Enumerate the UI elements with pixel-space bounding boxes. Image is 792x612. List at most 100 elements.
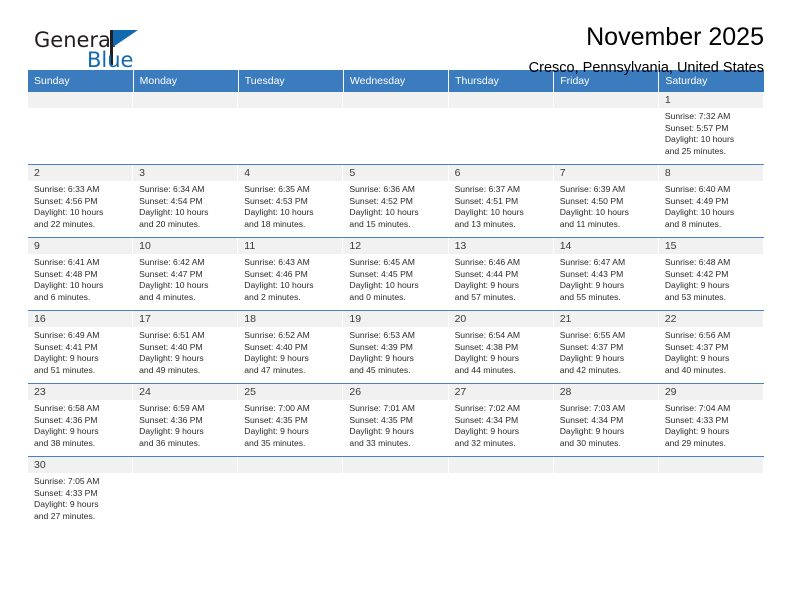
daylight-duration-line1: Daylight: 10 hours (664, 207, 735, 218)
daylight-duration-line1: Daylight: 9 hours (664, 280, 730, 291)
sunset-time: Sunset: 4:49 PM (664, 195, 729, 206)
day-number-strip (448, 457, 554, 473)
calendar-day-cell[interactable]: 25 Sunrise: 7:00 AM Sunset: 4:35 PM Dayligh… (238, 384, 344, 456)
calendar-day-cell[interactable]: 27 Sunrise: 7:02 AM Sunset: 4:34 PM Dayligh… (448, 384, 554, 456)
day-details: Sunrise: 6:52 AM Sunset: 4:40 PM Daylight:… (238, 327, 343, 376)
day-details: Sunrise: 6:35 AM Sunset: 4:53 PM Daylight:… (238, 181, 343, 230)
day-details: Sunrise: 7:02 AM Sunset: 4:34 PM Daylight:… (449, 400, 554, 449)
daylight-duration-line1: Daylight: 10 hours (454, 207, 524, 218)
day-details: Sunrise: 6:47 AM Sunset: 4:43 PM Daylight:… (554, 254, 659, 303)
calendar-day-cell[interactable]: 10 Sunrise: 6:42 AM Sunset: 4:47 PM Dayligh… (133, 238, 239, 310)
sunrise-time: Sunrise: 6:51 AM (139, 330, 205, 340)
sunset-time: Sunset: 4:40 PM (139, 341, 203, 352)
daylight-duration-line2: and 42 minutes. (559, 364, 621, 375)
day-details: Sunrise: 7:32 AM Sunset: 5:57 PM Daylight:… (659, 108, 764, 157)
sunrise-time: Sunrise: 6:56 AM (664, 330, 731, 340)
weekday-header-wednesday: Wednesday (343, 70, 450, 92)
calendar-day-cell[interactable]: 19 Sunrise: 6:53 AM Sunset: 4:39 PM Dayligh… (343, 311, 449, 383)
calendar-day-cell-empty (238, 92, 344, 164)
sunset-time: Sunset: 4:52 PM (349, 195, 413, 206)
calendar-day-cell[interactable]: 13 Sunrise: 6:46 AM Sunset: 4:44 PM Dayligh… (448, 238, 554, 310)
day-number: 20 (454, 313, 467, 325)
calendar-day-cell[interactable]: 20 Sunrise: 6:54 AM Sunset: 4:38 PM Dayligh… (448, 311, 554, 383)
generalblue-logo[interactable]: General Blue (34, 28, 164, 76)
daylight-duration-line2: and 51 minutes. (34, 364, 96, 375)
daylight-duration-line1: Daylight: 9 hours (454, 426, 520, 437)
day-number: 6 (454, 167, 461, 179)
daylight-duration-line2: and 44 minutes. (454, 364, 516, 375)
day-number-strip: 11 (238, 238, 344, 254)
day-number-strip: 5 (343, 165, 449, 181)
day-number: 29 (664, 386, 677, 398)
daylight-duration-line2: and 32 minutes. (454, 437, 516, 448)
day-number-strip: 9 (28, 238, 134, 254)
day-number-strip: 7 (553, 165, 659, 181)
calendar-day-cell[interactable]: 30 Sunrise: 7:05 AM Sunset: 4:33 PM Dayligh… (28, 457, 134, 541)
day-number: 8 (664, 167, 671, 179)
daylight-duration-line2: and 57 minutes. (454, 291, 516, 302)
calendar-day-cell[interactable]: 5 Sunrise: 6:36 AM Sunset: 4:52 PM Daylight… (343, 165, 449, 237)
day-number-strip: 4 (238, 165, 344, 181)
sunrise-time: Sunrise: 7:04 AM (664, 403, 731, 413)
daylight-duration-line1: Daylight: 10 hours (139, 280, 209, 291)
sunrise-sunset-calendar: Sunday Monday Tuesday Wednesday Thursday… (28, 70, 764, 541)
sunrise-time: Sunrise: 6:39 AM (559, 184, 626, 194)
calendar-day-cell[interactable]: 24 Sunrise: 6:59 AM Sunset: 4:36 PM Dayligh… (133, 384, 239, 456)
calendar-day-cell[interactable]: 16 Sunrise: 6:49 AM Sunset: 4:41 PM Dayligh… (28, 311, 134, 383)
sunrise-time: Sunrise: 6:41 AM (34, 257, 100, 267)
sunset-time: Sunset: 4:42 PM (664, 268, 729, 279)
calendar-day-cell[interactable]: 29 Sunrise: 7:04 AM Sunset: 4:33 PM Dayligh… (658, 384, 764, 456)
calendar-day-cell[interactable]: 12 Sunrise: 6:45 AM Sunset: 4:45 PM Dayligh… (343, 238, 449, 310)
day-number-strip: 10 (133, 238, 239, 254)
daylight-duration-line2: and 45 minutes. (349, 364, 411, 375)
calendar-day-cell[interactable]: 2 Sunrise: 6:33 AM Sunset: 4:56 PM Daylight… (28, 165, 134, 237)
calendar-day-cell[interactable]: 6 Sunrise: 6:37 AM Sunset: 4:51 PM Daylight… (448, 165, 554, 237)
calendar-day-cell[interactable]: 15 Sunrise: 6:48 AM Sunset: 4:42 PM Dayligh… (658, 238, 764, 310)
calendar-day-cell[interactable]: 11 Sunrise: 6:43 AM Sunset: 4:46 PM Dayligh… (238, 238, 344, 310)
day-number-strip: 2 (28, 165, 134, 181)
day-number: 19 (349, 313, 362, 325)
daylight-duration-line1: Daylight: 10 hours (244, 207, 314, 218)
sunrise-time: Sunrise: 7:02 AM (454, 403, 521, 413)
calendar-day-cell[interactable]: 14 Sunrise: 6:47 AM Sunset: 4:43 PM Dayligh… (553, 238, 659, 310)
calendar-day-cell[interactable]: 4 Sunrise: 6:35 AM Sunset: 4:53 PM Daylight… (238, 165, 344, 237)
day-details: Sunrise: 6:58 AM Sunset: 4:36 PM Daylight:… (28, 400, 133, 449)
sunset-time: Sunset: 4:56 PM (34, 195, 98, 206)
calendar-day-cell[interactable]: 21 Sunrise: 6:55 AM Sunset: 4:37 PM Dayligh… (553, 311, 659, 383)
daylight-duration-line1: Daylight: 9 hours (244, 426, 309, 437)
daylight-duration-line1: Daylight: 9 hours (349, 426, 414, 437)
calendar-day-cell[interactable]: 17 Sunrise: 6:51 AM Sunset: 4:40 PM Dayligh… (133, 311, 239, 383)
day-details: Sunrise: 6:56 AM Sunset: 4:37 PM Daylight:… (659, 327, 764, 376)
calendar-day-cell[interactable]: 26 Sunrise: 7:01 AM Sunset: 4:35 PM Dayligh… (343, 384, 449, 456)
day-number: 26 (349, 386, 362, 398)
calendar-day-cell[interactable]: 9 Sunrise: 6:41 AM Sunset: 4:48 PM Daylight… (28, 238, 134, 310)
day-number-strip (553, 457, 659, 473)
calendar-day-cell[interactable]: 18 Sunrise: 6:52 AM Sunset: 4:40 PM Dayligh… (238, 311, 344, 383)
calendar-day-cell[interactable]: 23 Sunrise: 6:58 AM Sunset: 4:36 PM Dayligh… (28, 384, 134, 456)
calendar-day-cell[interactable]: 8 Sunrise: 6:40 AM Sunset: 4:49 PM Daylight… (658, 165, 764, 237)
calendar-day-cell-empty (343, 457, 449, 541)
day-number-strip: 18 (238, 311, 344, 327)
day-number-strip (343, 92, 449, 108)
sunset-time: Sunset: 4:36 PM (139, 414, 203, 425)
calendar-day-cell[interactable]: 7 Sunrise: 6:39 AM Sunset: 4:50 PM Daylight… (553, 165, 659, 237)
day-number: 7 (559, 167, 566, 179)
daylight-duration-line2: and 55 minutes. (559, 291, 621, 302)
day-number-strip: 1 (658, 92, 764, 108)
calendar-day-cell[interactable]: 3 Sunrise: 6:34 AM Sunset: 4:54 PM Daylight… (133, 165, 239, 237)
calendar-day-cell[interactable]: 28 Sunrise: 7:03 AM Sunset: 4:34 PM Dayligh… (553, 384, 659, 456)
sunset-time: Sunset: 4:34 PM (559, 414, 624, 425)
day-details: Sunrise: 6:43 AM Sunset: 4:46 PM Daylight:… (238, 254, 343, 303)
calendar-day-cell-empty (133, 92, 239, 164)
sunrise-time: Sunrise: 6:42 AM (139, 257, 205, 267)
day-number: 25 (244, 386, 256, 398)
calendar-week-row: 9 Sunrise: 6:41 AM Sunset: 4:48 PM Daylight… (28, 237, 764, 311)
day-details: Sunrise: 6:54 AM Sunset: 4:38 PM Daylight:… (449, 327, 554, 376)
sunrise-time: Sunrise: 6:37 AM (454, 184, 521, 194)
calendar-day-cell[interactable]: 22 Sunrise: 6:56 AM Sunset: 4:37 PM Dayligh… (658, 311, 764, 383)
day-details: Sunrise: 6:40 AM Sunset: 4:49 PM Daylight:… (659, 181, 764, 230)
calendar-day-cell[interactable]: 1 Sunrise: 7:32 AM Sunset: 5:57 PM Daylight… (658, 92, 764, 164)
calendar-day-cell-empty (658, 457, 764, 541)
day-number: 12 (349, 240, 362, 252)
daylight-duration-line1: Daylight: 9 hours (664, 353, 730, 364)
